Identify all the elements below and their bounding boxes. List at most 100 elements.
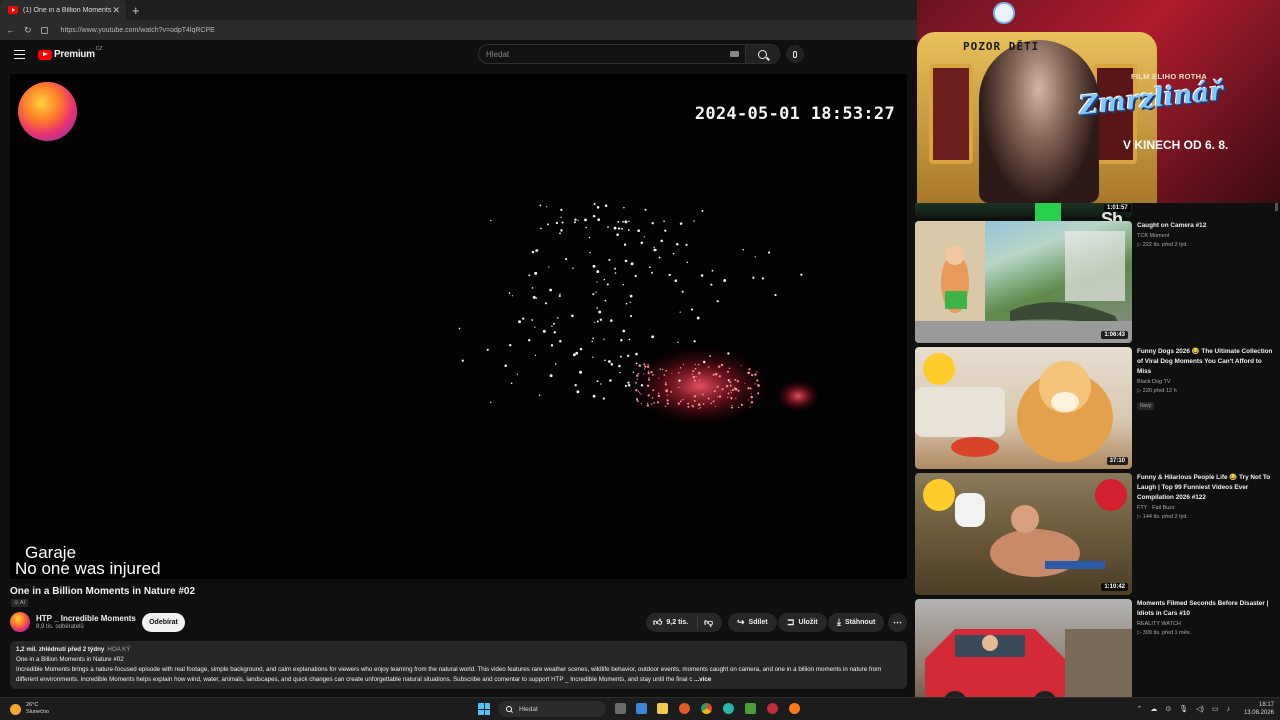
recommendation-card[interactable]: 1:06:43 Caught on Camera #12 TCK Moment … <box>915 221 1277 343</box>
channel-name[interactable]: TCK Moment <box>1137 233 1277 239</box>
channel-name[interactable]: HTP _ Incredible Moments <box>36 614 136 623</box>
ad-image-figure <box>979 40 1099 203</box>
ember <box>670 390 673 393</box>
mail-icon[interactable] <box>636 703 647 714</box>
reload-icon[interactable]: ↻ <box>24 25 32 36</box>
cloud-icon[interactable]: ☁ <box>1150 705 1157 713</box>
ember <box>651 403 653 405</box>
more-actions-button[interactable]: ⋯ <box>888 613 907 632</box>
ad-banner[interactable]: POZOR DĚTI FILM ELIHO ROTHA Zmrzlinář V … <box>917 0 1280 203</box>
network-icon[interactable]: ⊙ <box>1165 705 1171 713</box>
ember <box>692 370 695 372</box>
ember <box>699 407 702 409</box>
download-button[interactable]: ⤓ Stáhnout <box>828 613 885 632</box>
spark <box>596 270 600 274</box>
thumbnail-art <box>923 479 1127 577</box>
channel-avatar[interactable] <box>10 612 30 632</box>
menu-icon[interactable] <box>14 50 25 59</box>
back-icon[interactable]: ← <box>6 25 15 35</box>
display-icon[interactable]: ▭ <box>1212 705 1219 713</box>
ember <box>663 374 666 376</box>
spark <box>596 205 600 209</box>
recommendation-card[interactable]: Moments Filmed Seconds Before Disaster |… <box>915 599 1277 697</box>
weather-widget[interactable]: 26°C Slunečno <box>10 702 49 716</box>
spark <box>613 226 617 230</box>
video-thumbnail: 1:10:42 <box>915 473 1132 595</box>
taskbar-search[interactable]: Hledat <box>498 701 606 717</box>
video-title[interactable]: Moments Filmed Seconds Before Disaster |… <box>1137 599 1277 619</box>
fire-glow <box>630 346 770 426</box>
ember <box>643 373 645 375</box>
sun-icon <box>10 703 21 715</box>
scrollbar-thumb[interactable] <box>1275 203 1278 211</box>
ember <box>717 365 721 368</box>
spark <box>624 220 628 224</box>
subscribe-button[interactable]: Odebírat <box>142 613 185 632</box>
firefox-icon[interactable] <box>679 703 690 714</box>
video-title[interactable]: Caught on Camera #12 <box>1137 221 1277 231</box>
chrome-icon[interactable] <box>701 703 712 714</box>
spark <box>676 243 679 246</box>
ember <box>699 379 701 382</box>
spark <box>490 219 492 222</box>
search-button[interactable] <box>745 45 779 63</box>
volume-icon[interactable]: ◁) <box>1196 705 1204 713</box>
channel-name[interactable]: FTY · Fail Buzz <box>1137 505 1277 511</box>
video-title[interactable]: Funny Dogs 2026 😂 The Ultimate Collectio… <box>1137 347 1277 377</box>
start-button[interactable] <box>478 703 490 715</box>
channel-name[interactable]: REALITY WATCH <box>1137 621 1277 627</box>
hashtag-link[interactable]: HOA KÝ <box>107 646 130 653</box>
spark <box>634 274 637 278</box>
spark <box>690 308 694 311</box>
spark <box>592 214 596 218</box>
description-box[interactable]: 1,2 mil. zhlédnutí před 2 týdny HOA KÝ On… <box>10 641 907 689</box>
recommendation-card[interactable]: 37:10 Funny Dogs 2026 😂 The Ultimate Col… <box>915 347 1277 469</box>
site-info-icon[interactable] <box>40 26 48 34</box>
voice-search-button[interactable] <box>786 45 804 63</box>
new-tab-icon[interactable]: + <box>132 3 140 18</box>
chevron-up-icon[interactable]: ⌃ <box>1136 705 1142 713</box>
ember <box>701 393 704 396</box>
clock[interactable]: 18:17 13.08.2026 <box>1244 701 1274 717</box>
ember <box>748 371 751 374</box>
clock-date: 13.08.2026 <box>1243 710 1274 716</box>
show-more-link[interactable]: ...více <box>694 676 711 683</box>
tab-close-icon[interactable]: ✕ <box>112 5 120 16</box>
ember <box>740 364 742 366</box>
video-stats: ▷ 222 tis. před 2 týd. <box>1137 242 1189 248</box>
firefox-icon[interactable] <box>789 703 800 714</box>
youtube-premium-logo[interactable]: Premium CZ <box>38 46 102 60</box>
microphone-icon[interactable]: 🎙︎ <box>1179 705 1188 713</box>
spark <box>610 363 614 366</box>
spark <box>627 384 631 387</box>
recommendation-card[interactable]: 1:10:42 Funny & Hilarious People Life 😂 … <box>915 473 1277 595</box>
channel-name[interactable]: Black Dog TV <box>1137 379 1277 385</box>
task-view-icon[interactable] <box>615 703 626 714</box>
ember <box>735 397 737 400</box>
sidebar-scrollbar[interactable] <box>1275 203 1278 697</box>
browser-tab[interactable]: (1) One in a Billion Moments ✕ <box>0 0 126 20</box>
file-explorer-icon[interactable] <box>657 703 668 714</box>
search-input[interactable]: Hledat <box>478 44 780 64</box>
spark <box>619 355 622 358</box>
ember <box>757 392 760 395</box>
recommendation-card-partial[interactable]: Sh 1:01:57 <box>915 203 1277 237</box>
store-icon[interactable] <box>745 703 756 714</box>
edge-icon[interactable] <box>723 703 734 714</box>
like-button[interactable]: 👍︎ 9,2 tis. <box>646 616 698 629</box>
spark <box>618 364 621 368</box>
ember <box>736 380 740 383</box>
tab-title: (1) One in a Billion Moments <box>23 6 112 14</box>
ember <box>714 372 718 376</box>
keyboard-icon[interactable] <box>730 51 739 57</box>
ember <box>698 371 701 375</box>
url-field[interactable]: https://www.youtube.com/watch?v=odpT4lqR… <box>61 27 215 34</box>
share-button[interactable]: ↪ Sdílet <box>728 613 777 632</box>
dislike-button[interactable]: 👎︎ <box>698 617 713 628</box>
app-icon[interactable] <box>767 703 778 714</box>
video-title[interactable]: Funny & Hilarious People Life 😂 Try Not … <box>1137 473 1277 503</box>
speaker-icon[interactable]: ♪ <box>1226 706 1230 713</box>
spark <box>625 302 628 305</box>
video-player[interactable]: 2024-05-01 18:53:27 Garaje No one was in… <box>10 74 907 579</box>
save-button[interactable]: ⊐ Uložit <box>778 613 827 632</box>
